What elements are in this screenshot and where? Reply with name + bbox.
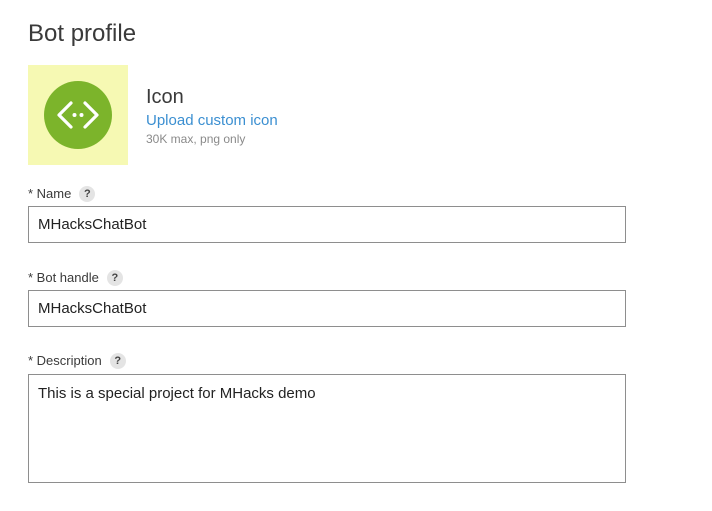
bot-handle-field[interactable] [28,290,626,327]
bot-handle-help-icon[interactable]: ? [106,270,123,286]
page-title: Bot profile [28,20,137,47]
description-field[interactable]: This is a special project for MHacks dem… [28,374,626,483]
name-label-row: * Name ? [28,185,96,203]
bot-handle-label-row: * Bot handle ? [28,269,123,287]
bot-handle-label: * Bot handle [28,270,99,285]
bot-icon-circle [44,81,112,149]
name-label: * Name [28,186,72,201]
icon-info: Icon Upload custom icon 30K max, png onl… [146,85,278,147]
description-label: * Description [28,353,102,368]
name-help-icon[interactable]: ? [79,186,96,202]
icon-size-hint: 30K max, png only [146,132,246,146]
name-field[interactable] [28,206,626,243]
icon-heading: Icon [146,86,184,108]
bot-icon-preview [28,65,128,165]
description-help-icon[interactable]: ? [109,353,126,369]
code-brackets-icon [57,101,99,129]
upload-custom-icon-link[interactable]: Upload custom icon [146,111,278,131]
bot-profile-page: Bot profile Icon Upload custom icon 30K … [0,0,712,511]
description-label-row: * Description ? [28,352,126,370]
